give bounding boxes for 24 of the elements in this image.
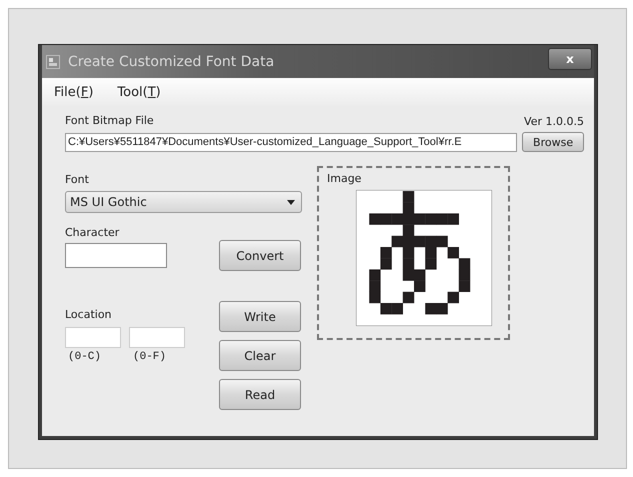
read-button[interactable]: Read — [219, 379, 301, 410]
app-icon — [46, 54, 60, 68]
close-button[interactable]: x — [548, 48, 592, 70]
field-label: Character — [65, 226, 120, 240]
field-label: Font Bitmap File — [65, 114, 154, 128]
field-label: Font — [65, 173, 90, 187]
write-button[interactable]: Write — [219, 301, 301, 332]
font-dropdown[interactable]: MS UI Gothic — [65, 191, 302, 213]
menu-item[interactable]: File(F) — [54, 84, 94, 100]
menu-item[interactable]: Tool(T) — [117, 84, 161, 100]
location-field[interactable] — [129, 327, 185, 348]
group-label: Image — [327, 172, 362, 185]
convert-button[interactable]: Convert — [219, 240, 301, 271]
clear-button[interactable]: Clear — [219, 340, 301, 371]
location-field[interactable] — [65, 327, 121, 348]
version-label: Ver 1.0.0.5 — [524, 115, 584, 128]
range-hint: (0-F) — [132, 351, 168, 363]
range-hint: (0-C) — [67, 351, 102, 363]
field-label: Location — [65, 308, 112, 322]
window-title: Create Customized Font Data — [68, 54, 274, 70]
character-field[interactable] — [65, 243, 167, 268]
browse-button[interactable]: Browse — [522, 132, 584, 152]
caret-icon — [287, 200, 295, 204]
file-path-field[interactable]: C:¥Users¥5511847¥Documents¥User-customized_Language_Support_Tool¥rr.E — [65, 132, 518, 152]
